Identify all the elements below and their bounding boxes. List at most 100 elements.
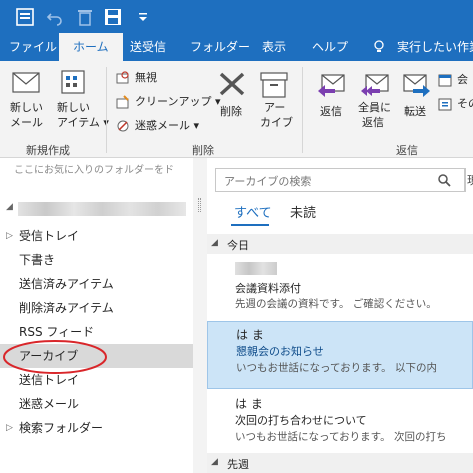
collapse-arrow-icon[interactable]: ◢ bbox=[211, 457, 218, 467]
dropdown-icon[interactable] bbox=[133, 7, 153, 27]
delete-icon[interactable] bbox=[75, 7, 95, 27]
ribbon-separator bbox=[106, 67, 107, 153]
group-respond-label: 返信 bbox=[396, 144, 418, 157]
message-preview: いつもお世話になっております。 以下の内 bbox=[236, 362, 437, 374]
search-box[interactable]: アーカイブの検索 bbox=[215, 168, 465, 192]
cleanup-icon bbox=[116, 95, 129, 109]
tell-me-box[interactable]: 実行したい作業 bbox=[367, 33, 473, 61]
new-item-icon bbox=[61, 70, 85, 94]
new-item-label-1: 新しい bbox=[57, 101, 90, 114]
folder-label: 検索フォルダー bbox=[19, 421, 104, 435]
new-mail-icon bbox=[12, 72, 40, 93]
tab-help[interactable]: ヘルプ bbox=[306, 33, 354, 61]
favorites-drop-hint: ここにお気に入りのフォルダーをド bbox=[14, 165, 174, 176]
new-item-button[interactable]: 新しい アイテム ▾ bbox=[52, 65, 109, 137]
delete-label: 削除 bbox=[220, 105, 242, 118]
search-placeholder[interactable]: アーカイブの検索 bbox=[224, 173, 311, 189]
cleanup-button[interactable]: クリーンアップ ▾ bbox=[116, 93, 220, 111]
folder-label: 下書き bbox=[19, 253, 56, 267]
ribbon-home: 新しい メール 新しい アイテム ▾ 新規作成 無視 クリーンアップ ▾ 迷惑メ… bbox=[0, 61, 473, 158]
folder-sent[interactable]: 送信済みアイテム bbox=[0, 272, 193, 296]
new-item-label-2: アイテム ▾ bbox=[57, 116, 109, 129]
message-sender: は ま bbox=[236, 328, 264, 342]
reply-icon bbox=[318, 74, 345, 97]
message-sender: は ま bbox=[235, 397, 263, 411]
archive-label-1: アー bbox=[264, 101, 286, 114]
other-button[interactable]: その bbox=[438, 95, 473, 113]
reply-all-label-1: 全員に bbox=[358, 101, 391, 114]
folder-inbox[interactable]: ▷ 受信トレイ bbox=[0, 224, 193, 248]
search-icon[interactable] bbox=[438, 174, 451, 187]
annotation-ellipse bbox=[3, 340, 107, 374]
filter-underline bbox=[231, 224, 269, 226]
expand-arrow-icon[interactable]: ▷ bbox=[6, 416, 13, 440]
archive-label-2: カイブ bbox=[260, 116, 293, 129]
message-list-pane: アーカイブの検索 現 すべて 未読 ◢ 今日 会議資料添付 先週の会議の資料です… bbox=[207, 158, 473, 473]
title-bar bbox=[0, 0, 473, 33]
meeting-button[interactable]: 会 bbox=[438, 71, 473, 89]
app-icon[interactable] bbox=[15, 7, 35, 27]
forward-button[interactable]: 転送 bbox=[400, 65, 434, 137]
meeting-icon bbox=[438, 74, 452, 87]
account-expand-icon[interactable]: ◢ bbox=[6, 202, 14, 212]
cleanup-label: クリーンアップ ▾ bbox=[135, 95, 221, 108]
message-subject: 懇親会のお知らせ bbox=[236, 345, 324, 358]
folder-label: 受信トレイ bbox=[19, 229, 80, 243]
junk-button[interactable]: 迷惑メール ▾ bbox=[116, 117, 206, 135]
folder-pane: ここにお気に入りのフォルダーをド ◢ ▷ 受信トレイ 下書き 送信済みアイテム … bbox=[0, 158, 193, 473]
new-mail-label-2: メール bbox=[10, 116, 43, 129]
group-header-today[interactable]: ◢ 今日 bbox=[207, 234, 473, 254]
ignore-icon bbox=[116, 71, 129, 84]
meeting-label: 会 bbox=[457, 73, 468, 86]
delete-button[interactable]: 削除 bbox=[214, 65, 250, 137]
message-subject: 次回の打ち合わせについて bbox=[235, 414, 367, 427]
outlook-window: ファイル ホーム 送受信 フォルダー 表示 ヘルプ 実行したい作業 新しい メー… bbox=[0, 0, 473, 473]
tab-home[interactable]: ホーム bbox=[59, 33, 123, 61]
reply-all-icon bbox=[361, 74, 389, 96]
pane-divider[interactable] bbox=[193, 158, 207, 473]
tab-view[interactable]: 表示 bbox=[256, 33, 292, 61]
folder-label: 削除済みアイテム bbox=[19, 301, 114, 315]
other-icon bbox=[438, 98, 452, 111]
group-header-label: 今日 bbox=[227, 239, 249, 252]
message-preview: いつもお世話になっております。 次回の打ち bbox=[235, 431, 447, 443]
message-item[interactable]: 会議資料添付 先週の会議の資料です。 ご確認ください。 bbox=[207, 256, 473, 324]
folder-search[interactable]: ▷ 検索フォルダー bbox=[0, 416, 193, 440]
group-header-label: 先週 bbox=[227, 458, 249, 471]
junk-icon bbox=[117, 120, 129, 132]
archive-button[interactable]: アー カイブ bbox=[256, 65, 293, 137]
folder-drafts[interactable]: 下書き bbox=[0, 248, 193, 272]
account-name-redacted bbox=[18, 202, 186, 216]
filter-all-tab[interactable]: すべて bbox=[234, 202, 272, 221]
group-header-last-week[interactable]: ◢ 先週 bbox=[207, 453, 473, 473]
new-mail-button[interactable]: 新しい メール bbox=[4, 65, 48, 137]
folder-junk[interactable]: 迷惑メール bbox=[0, 392, 193, 416]
sender-redacted bbox=[235, 262, 277, 275]
message-item[interactable]: は ま 次回の打ち合わせについて いつもお世話になっております。 次回の打ち bbox=[207, 390, 473, 458]
delete-x-icon bbox=[219, 72, 245, 96]
ribbon-tabs: ファイル ホーム 送受信 フォルダー 表示 ヘルプ 実行したい作業 bbox=[0, 33, 473, 61]
message-item-selected[interactable]: は ま 懇親会のお知らせ いつもお世話になっております。 以下の内 bbox=[207, 321, 473, 389]
reply-all-button[interactable]: 全員に 返信 bbox=[354, 65, 396, 137]
tab-folder[interactable]: フォルダー bbox=[184, 33, 256, 61]
filter-unread-tab[interactable]: 未読 bbox=[290, 202, 316, 221]
message-subject: 会議資料添付 bbox=[235, 282, 301, 295]
reply-label: 返信 bbox=[320, 105, 342, 118]
tab-file[interactable]: ファイル bbox=[3, 33, 63, 61]
ignore-label: 無視 bbox=[135, 71, 157, 84]
folder-label: 迷惑メール bbox=[19, 397, 80, 411]
group-delete-label: 削除 bbox=[192, 144, 214, 157]
folder-deleted[interactable]: 削除済みアイテム bbox=[0, 296, 193, 320]
expand-arrow-icon[interactable]: ▷ bbox=[6, 224, 13, 248]
junk-label: 迷惑メール ▾ bbox=[135, 119, 200, 132]
ignore-button[interactable]: 無視 bbox=[116, 69, 206, 87]
splitter-grip[interactable] bbox=[198, 198, 201, 212]
lightbulb-icon bbox=[374, 40, 384, 52]
collapse-arrow-icon[interactable]: ◢ bbox=[211, 238, 218, 248]
save-icon[interactable] bbox=[103, 7, 123, 27]
reply-button[interactable]: 返信 bbox=[312, 65, 350, 137]
ribbon-separator bbox=[302, 67, 303, 153]
search-scope-dropdown[interactable]: 現 bbox=[467, 172, 473, 188]
tab-send-receive[interactable]: 送受信 bbox=[124, 33, 172, 61]
undo-icon[interactable] bbox=[45, 7, 65, 27]
